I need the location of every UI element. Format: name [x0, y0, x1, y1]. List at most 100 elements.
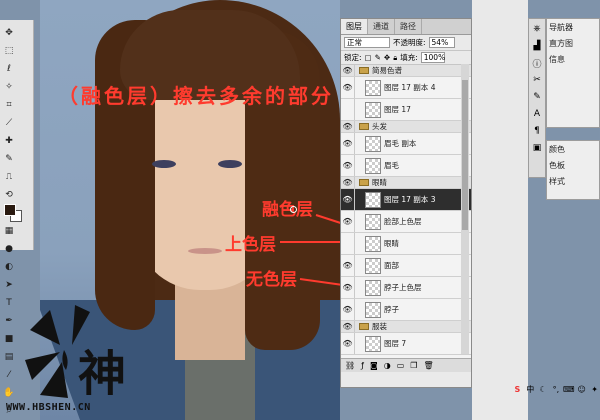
opacity-field[interactable]: 54%	[428, 37, 455, 48]
layer-row[interactable]: 👁︎ 脸部上色层	[341, 211, 471, 233]
layers-panel: 图层 通道 路径 正常 不透明度: 54% 锁定: ▢ ✎ ✥ 🔒︎ 填充: 1…	[340, 18, 472, 388]
panel-item-color[interactable]: 颜色	[547, 141, 599, 157]
layer-style-icon[interactable]: ƒ	[361, 361, 364, 370]
layer-visibility-eye-icon[interactable]: 👁︎	[341, 333, 355, 354]
new-layer-icon[interactable]: ❐	[410, 361, 417, 370]
ime-moon-icon[interactable]: ☾	[538, 384, 549, 395]
layer-visibility-eye-icon[interactable]: 👁︎	[341, 65, 355, 76]
layer-visibility-eye-icon[interactable]: 👁︎	[341, 255, 355, 276]
hand-tool-icon[interactable]: ✋	[2, 386, 16, 400]
panel-item-navigator[interactable]: 导航器	[547, 19, 599, 35]
layer-visibility-eye-icon[interactable]: 👁︎	[341, 211, 355, 232]
ime-language[interactable]: 中	[525, 384, 536, 395]
tab-layers[interactable]: 图层	[341, 19, 368, 34]
ime-keyboard-icon[interactable]: ⌨	[563, 384, 575, 395]
layer-visibility-eye-icon[interactable]	[341, 99, 355, 120]
layer-row[interactable]: 👁︎ 脖子	[341, 299, 471, 321]
panel-item-info[interactable]: 信息	[547, 51, 599, 67]
crop-tool-icon[interactable]: ⌗	[2, 98, 16, 112]
character-panel-icon[interactable]: A	[530, 107, 544, 121]
lock-brush-icon[interactable]: ✎	[375, 53, 381, 62]
paragraph-panel-icon[interactable]: ¶	[530, 124, 544, 138]
layer-row[interactable]: 眼睛	[341, 233, 471, 255]
shape-tool-icon[interactable]: ■	[2, 332, 16, 346]
layer-row[interactable]: 👁︎ 图层 7	[341, 333, 471, 355]
lasso-tool-icon[interactable]: ℓ	[2, 62, 16, 76]
mouth-shape	[188, 248, 222, 254]
panel-item-histogram[interactable]: 直方图	[547, 35, 599, 51]
blend-mode-select[interactable]: 正常	[344, 37, 390, 48]
layer-row[interactable]: 👁︎ 面部	[341, 255, 471, 277]
layer-thumbnail	[365, 257, 381, 274]
lock-all-icon[interactable]: 🔒︎	[393, 53, 397, 63]
layer-row[interactable]: 👁︎ 图层 17 副本 4	[341, 77, 471, 99]
ime-settings-icon[interactable]: ✦	[589, 384, 600, 395]
layer-group-row[interactable]: 👁︎ 简易色谱	[341, 65, 471, 77]
navigator-panel-icon[interactable]: ⎈	[530, 22, 544, 36]
layer-name: 简易色谱	[372, 66, 402, 75]
ime-punctuation-icon[interactable]: °,	[550, 384, 561, 395]
logo-url[interactable]: WWW.HBSHEN.CN	[6, 402, 91, 413]
layer-row[interactable]: 👁︎ 脖子上色层	[341, 277, 471, 299]
layer-list: 👁︎ 简易色谱 👁︎ 图层 17 副本 4 图层 17 👁︎ 头发 👁︎ 眉毛 副本 👁︎ 眉毛 👁︎…	[341, 65, 471, 358]
fill-field[interactable]: 100%	[420, 52, 445, 63]
move-tool-icon[interactable]: ✥	[2, 26, 16, 40]
layer-visibility-eye-icon[interactable]: 👁︎	[341, 121, 355, 132]
layer-thumbnail	[365, 135, 381, 152]
layer-visibility-eye-icon[interactable]: 👁︎	[341, 77, 355, 98]
layer-group-row[interactable]: 👁︎ 头发	[341, 121, 471, 133]
layer-visibility-eye-icon[interactable]: 👁︎	[341, 177, 355, 188]
slice-tool-icon[interactable]: ⟋	[2, 116, 16, 130]
layer-visibility-eye-icon[interactable]: 👁︎	[341, 299, 355, 320]
tool-presets-panel-icon[interactable]: ✂	[530, 73, 544, 87]
layer-visibility-eye-icon[interactable]: 👁︎	[341, 155, 355, 176]
layer-visibility-eye-icon[interactable]: 👁︎	[341, 189, 355, 210]
ime-user-icon[interactable]: ☺	[576, 384, 587, 395]
dodge-tool-icon[interactable]: ◐	[2, 260, 16, 274]
new-group-icon[interactable]: ▭	[397, 361, 405, 370]
layer-row[interactable]: 👁︎ 图层 17 副本 3	[341, 189, 471, 211]
foreground-color-swatch[interactable]	[4, 204, 16, 216]
layer-visibility-eye-icon[interactable]: 👁︎	[341, 277, 355, 298]
lock-transparency-icon[interactable]: ▢	[365, 53, 372, 62]
folder-icon	[359, 179, 369, 186]
path-tool-icon[interactable]: ➤	[2, 278, 16, 292]
layer-group-row[interactable]: 👁︎ 眼睛	[341, 177, 471, 189]
layer-row[interactable]: 👁︎ 眉毛	[341, 155, 471, 177]
layer-row[interactable]: 图层 17	[341, 99, 471, 121]
layer-visibility-eye-icon[interactable]: 👁︎	[341, 321, 355, 332]
magic-wand-tool-icon[interactable]: ✧	[2, 80, 16, 94]
layers-scroll-thumb[interactable]	[462, 80, 468, 230]
brush-tool-icon[interactable]: ✎	[2, 152, 16, 166]
brushes-panel-icon[interactable]: ✎	[530, 90, 544, 104]
ime-logo-icon[interactable]: S	[512, 384, 523, 395]
layer-group-row[interactable]: 👁︎ 服装	[341, 321, 471, 333]
panel-item-styles[interactable]: 样式	[547, 173, 599, 189]
panel-item-swatches[interactable]: 色板	[547, 157, 599, 173]
history-brush-tool-icon[interactable]: ⟲	[2, 188, 16, 202]
info-panel-icon[interactable]: ⓘ	[530, 56, 544, 70]
styles-panel-icon[interactable]: ▣	[530, 141, 544, 155]
layer-thumbnail	[365, 235, 381, 252]
eyedropper-tool-icon[interactable]: ⁄	[2, 368, 16, 382]
blur-tool-icon[interactable]: ●	[2, 242, 16, 256]
tab-paths[interactable]: 路径	[395, 19, 422, 34]
link-layers-icon[interactable]: ⛓	[345, 361, 355, 370]
type-tool-icon[interactable]: T	[2, 296, 16, 310]
layer-visibility-eye-icon[interactable]	[341, 233, 355, 254]
gradient-tool-icon[interactable]: ▦	[2, 224, 16, 238]
tab-channels[interactable]: 通道	[368, 19, 395, 34]
stamp-tool-icon[interactable]: ⎍	[2, 170, 16, 184]
healing-tool-icon[interactable]: ✚	[2, 134, 16, 148]
layer-mask-icon[interactable]: ◙	[370, 361, 378, 370]
lock-label: 锁定:	[344, 53, 362, 62]
pen-tool-icon[interactable]: ✒	[2, 314, 16, 328]
notes-tool-icon[interactable]: ▤	[2, 350, 16, 364]
adjustment-layer-icon[interactable]: ◑	[384, 361, 391, 370]
histogram-panel-icon[interactable]: ▟	[530, 39, 544, 53]
delete-layer-icon[interactable]: 🗑︎	[423, 361, 433, 370]
layer-row[interactable]: 👁︎ 眉毛 副本	[341, 133, 471, 155]
marquee-tool-icon[interactable]: ⬚	[2, 44, 16, 58]
layer-visibility-eye-icon[interactable]: 👁︎	[341, 133, 355, 154]
lock-move-icon[interactable]: ✥	[384, 53, 390, 62]
